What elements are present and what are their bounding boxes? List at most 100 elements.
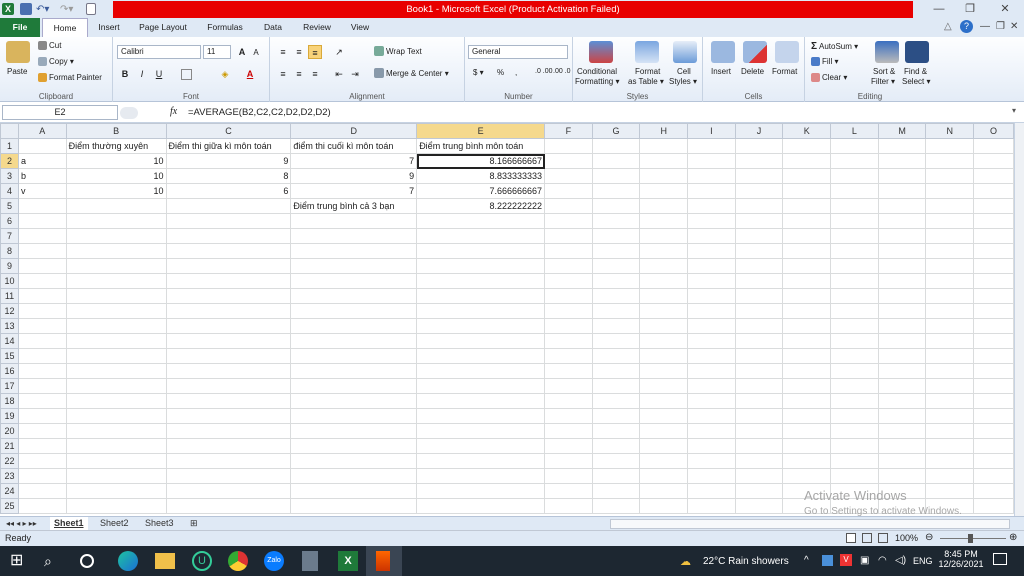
notifications-icon[interactable] bbox=[993, 553, 1007, 565]
cell[interactable] bbox=[973, 468, 1014, 484]
cell[interactable] bbox=[877, 273, 927, 289]
display-tray-icon[interactable]: ▣ bbox=[860, 555, 869, 566]
clear-button[interactable]: Clear ▾ bbox=[811, 73, 847, 82]
cell[interactable] bbox=[687, 228, 736, 244]
cell[interactable] bbox=[925, 438, 975, 454]
cell[interactable] bbox=[416, 423, 546, 439]
cell[interactable] bbox=[17, 483, 67, 499]
cell[interactable] bbox=[416, 318, 546, 334]
cell[interactable] bbox=[65, 438, 167, 454]
save-icon[interactable] bbox=[20, 2, 32, 16]
row-header[interactable]: 18 bbox=[0, 393, 19, 409]
cell[interactable] bbox=[687, 348, 736, 364]
cell[interactable] bbox=[687, 138, 736, 154]
tab-file[interactable]: File bbox=[0, 18, 40, 37]
cell[interactable] bbox=[17, 348, 67, 364]
cell[interactable] bbox=[165, 228, 292, 244]
cell[interactable] bbox=[591, 318, 641, 334]
cell[interactable] bbox=[544, 453, 593, 469]
fill-button[interactable]: Fill ▾ bbox=[811, 57, 838, 66]
cell[interactable] bbox=[925, 213, 975, 229]
cell[interactable] bbox=[687, 438, 736, 454]
cell[interactable] bbox=[544, 468, 593, 484]
cell[interactable] bbox=[830, 378, 879, 394]
cell[interactable] bbox=[416, 333, 546, 349]
cell[interactable] bbox=[639, 378, 689, 394]
row-header[interactable]: 16 bbox=[0, 363, 19, 379]
conditional-formatting-label-1[interactable]: Conditional bbox=[577, 67, 617, 76]
cell[interactable] bbox=[639, 408, 689, 424]
row-header[interactable]: 13 bbox=[0, 318, 19, 334]
orientation-icon[interactable]: ↗ bbox=[332, 45, 346, 59]
font-name-select[interactable]: Calibri bbox=[117, 45, 201, 59]
cell[interactable] bbox=[544, 183, 593, 199]
cell[interactable] bbox=[165, 273, 292, 289]
row-header[interactable]: 15 bbox=[0, 348, 19, 364]
cell[interactable] bbox=[165, 258, 292, 274]
cell[interactable] bbox=[782, 348, 832, 364]
zoom-slider[interactable] bbox=[940, 538, 1006, 539]
cell[interactable] bbox=[687, 273, 736, 289]
workbook-close-icon[interactable]: ✕ bbox=[1010, 21, 1018, 32]
cell[interactable] bbox=[290, 393, 418, 409]
align-center-icon[interactable]: ≡ bbox=[292, 67, 306, 81]
cell[interactable] bbox=[973, 168, 1014, 184]
cell[interactable] bbox=[591, 393, 641, 409]
row-header[interactable]: 9 bbox=[0, 258, 19, 274]
delete-cells-icon[interactable] bbox=[743, 41, 767, 63]
cell[interactable] bbox=[290, 288, 418, 304]
paste-button[interactable]: Paste bbox=[7, 67, 27, 76]
cell[interactable] bbox=[830, 243, 879, 259]
cell[interactable] bbox=[830, 468, 879, 484]
binoculars-icon[interactable] bbox=[905, 41, 929, 63]
cell[interactable] bbox=[165, 378, 292, 394]
column-header[interactable]: G bbox=[591, 123, 641, 139]
cell[interactable] bbox=[782, 168, 832, 184]
cell[interactable] bbox=[591, 153, 641, 169]
cell[interactable]: a bbox=[17, 153, 67, 169]
cell[interactable] bbox=[782, 243, 832, 259]
row-header[interactable]: 2 bbox=[0, 153, 19, 169]
cell[interactable] bbox=[65, 258, 167, 274]
cell[interactable] bbox=[639, 318, 689, 334]
cell[interactable] bbox=[687, 303, 736, 319]
cell[interactable]: 10 bbox=[65, 183, 167, 199]
cell[interactable] bbox=[973, 438, 1014, 454]
cell[interactable] bbox=[830, 213, 879, 229]
cell[interactable] bbox=[165, 483, 292, 499]
cell[interactable]: 9 bbox=[165, 153, 292, 169]
cell[interactable] bbox=[290, 213, 418, 229]
cell[interactable] bbox=[416, 228, 546, 244]
cell[interactable]: Điểm thường xuyên bbox=[65, 138, 167, 154]
cell[interactable] bbox=[591, 363, 641, 379]
cell[interactable] bbox=[544, 363, 593, 379]
cell[interactable] bbox=[416, 348, 546, 364]
cell[interactable] bbox=[65, 348, 167, 364]
row-header[interactable]: 24 bbox=[0, 483, 19, 499]
row-header[interactable]: 20 bbox=[0, 423, 19, 439]
align-top-icon[interactable]: ≡ bbox=[276, 45, 290, 59]
cell[interactable] bbox=[925, 198, 975, 214]
currency-button[interactable]: $ ▾ bbox=[473, 68, 484, 77]
cell[interactable]: 8.166666667 bbox=[416, 153, 546, 169]
cell[interactable] bbox=[165, 438, 292, 454]
expand-formula-icon[interactable]: ▾ bbox=[1012, 106, 1016, 115]
cell[interactable] bbox=[591, 423, 641, 439]
cell[interactable] bbox=[877, 213, 927, 229]
cell[interactable] bbox=[734, 498, 784, 514]
cell[interactable] bbox=[65, 408, 167, 424]
borders-icon[interactable] bbox=[181, 69, 192, 80]
cell[interactable] bbox=[544, 498, 593, 514]
row-header[interactable]: 14 bbox=[0, 333, 19, 349]
cell[interactable] bbox=[416, 408, 546, 424]
cell[interactable] bbox=[687, 483, 736, 499]
delete-cells-button[interactable]: Delete bbox=[741, 67, 764, 76]
cell[interactable]: 8.222222222 bbox=[416, 198, 546, 214]
cell[interactable] bbox=[830, 363, 879, 379]
italic-button[interactable]: I bbox=[135, 67, 149, 81]
cell[interactable] bbox=[734, 228, 784, 244]
cell[interactable]: b bbox=[17, 168, 67, 184]
cell[interactable] bbox=[877, 378, 927, 394]
cell[interactable] bbox=[973, 138, 1014, 154]
cell[interactable] bbox=[290, 423, 418, 439]
